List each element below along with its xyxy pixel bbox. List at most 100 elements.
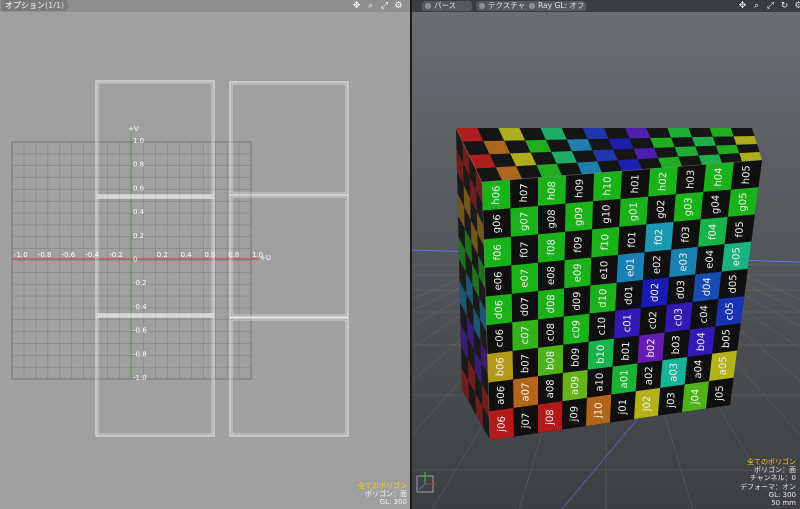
- uv-grid-canvas[interactable]: 1.0 0.8 0.6 0.4 0.2 0 -0.2 -0.4 -0.6 -0.8 -1.0 -1.0…: [0, 0, 410, 509]
- uv-tile-label: g07: [519, 212, 531, 231]
- view-type-dropdown[interactable]: パース: [422, 1, 472, 11]
- uv-tile-label: c08: [545, 323, 557, 342]
- uv-tile-label: a09: [570, 376, 582, 395]
- uv-tile-label: f10: [600, 234, 612, 251]
- shading-mode-dropdown[interactable]: テクスチャ: [476, 1, 530, 11]
- uv-tile-label: h02: [658, 172, 670, 191]
- 3d-scene-canvas[interactable]: h06 h07 h08 h09 h10 h01 h02 h03 h04 h05 g06 g07 g08 g…: [412, 0, 800, 509]
- uv-tile-label: j05: [714, 385, 726, 402]
- u-tick-label: -0.2: [109, 251, 123, 259]
- u-tick-label: 0.8: [228, 251, 239, 259]
- move-view-icon[interactable]: ✥: [738, 1, 747, 11]
- uv-tile-label: h08: [547, 181, 559, 200]
- perspective-viewport-header: パース テクスチャ Ray GL: オフ ✥ ⌕ ⤢ ↻ ⚙ ▿: [412, 0, 800, 12]
- fit-view-icon[interactable]: ⤢: [766, 1, 775, 11]
- ray-gl-label: Ray GL: オフ: [538, 1, 585, 10]
- top-face-tile: [625, 128, 651, 139]
- uv-tile-label: c09: [571, 320, 583, 339]
- uv-tile-label: d07: [520, 297, 532, 316]
- uv-tile-label: e05: [731, 247, 743, 266]
- uv-island-inner: [97, 82, 213, 197]
- top-face-tile: [658, 156, 682, 168]
- uv-tile-label: f05: [734, 221, 746, 238]
- u-tick-label: 0.6: [204, 251, 216, 259]
- uv-tile-label: b08: [545, 351, 557, 370]
- v-tick-label: -0.2: [133, 279, 147, 287]
- dropdown-dot-icon: [425, 3, 431, 9]
- uv-tile-label: e06: [493, 271, 505, 290]
- v-tick-label: 0.2: [133, 232, 144, 240]
- settings-icon[interactable]: ⚙: [794, 1, 800, 11]
- uv-tile-label: f04: [707, 224, 719, 241]
- uv-tile-label: f01: [627, 231, 639, 248]
- uv-tile-label: g03: [683, 197, 695, 216]
- uv-tile-label: g09: [574, 207, 586, 226]
- options-caption: (1/1): [45, 1, 65, 10]
- cube-front-face: h06 h07 h08 h09 h10 h01 h02 h03 h04 h05 g06 g07 g08 g…: [482, 160, 762, 440]
- uv-tile-label: j08: [545, 409, 557, 426]
- u-tick-label: -0.4: [85, 251, 99, 259]
- uv-tile-label: b04: [696, 332, 708, 351]
- uv-tile-label: g08: [546, 209, 558, 228]
- settings-icon[interactable]: ⚙: [394, 1, 403, 11]
- perspective-viewport[interactable]: h06 h07 h08 h09 h10 h01 h02 h03 h04 h05 g06 g07 g08 g…: [412, 0, 800, 509]
- top-face-tile: [667, 128, 692, 138]
- uv-tile-label: j04: [690, 389, 702, 406]
- move-view-icon[interactable]: ✥: [352, 1, 361, 11]
- uv-tile-label: c10: [597, 317, 609, 336]
- v-tick-label: 0.6: [133, 184, 145, 192]
- u-tick-label: -0.8: [38, 251, 52, 259]
- uv-tile-label: b05: [721, 329, 733, 348]
- top-face-tile: [715, 144, 740, 155]
- uv-tile-label: h04: [713, 167, 725, 186]
- uv-tile-label: c07: [520, 326, 532, 345]
- uv-tile-label: f02: [654, 229, 666, 246]
- uv-viewport[interactable]: 1.0 0.8 0.6 0.4 0.2 0 -0.2 -0.4 -0.6 -0.8 -1.0 -1.0…: [0, 0, 410, 509]
- view-type-label: パース: [434, 1, 457, 10]
- fit-view-icon[interactable]: ⤢: [380, 1, 389, 11]
- uv-tile-label: d05: [728, 274, 740, 293]
- top-face-tile: [633, 147, 659, 160]
- uv-tile-label: c06: [494, 329, 506, 348]
- uv-tile-label: d02: [650, 283, 662, 302]
- uv-tile-label: j06: [496, 416, 508, 433]
- zoom-view-icon[interactable]: ⌕: [752, 1, 761, 11]
- v-tick-label: -0.4: [133, 303, 147, 311]
- uv-island-inner: [231, 196, 347, 316]
- selection-mode-text: 全てのポリゴン: [358, 482, 407, 490]
- uv-tile-label: h03: [685, 170, 697, 189]
- viewport-status-readout: 全てのポリゴン ポリゴン：面 チャンネル：0 デフォーマ：オン GL: 300 …: [740, 458, 796, 507]
- u-tick-label: 0.2: [157, 251, 168, 259]
- uv-tile-label: g01: [628, 202, 640, 221]
- uv-tile-label: h05: [741, 165, 753, 184]
- uv-tile-label: b06: [495, 357, 507, 376]
- uv-tile-label: j09: [569, 406, 581, 423]
- uv-tile-label: g02: [656, 200, 668, 219]
- uv-tile-label: b10: [595, 345, 607, 364]
- v-tick-label: 0.4: [133, 208, 145, 216]
- uv-tile-label: h07: [519, 183, 531, 202]
- uv-tile-label: h10: [602, 176, 614, 195]
- zoom-view-icon[interactable]: ⌕: [366, 1, 375, 11]
- uv-tile-label: h09: [574, 179, 586, 198]
- uv-tile-label: j10: [593, 402, 605, 419]
- uv-island-inner: [97, 315, 213, 435]
- orientation-gizmo: [416, 472, 436, 493]
- ray-gl-toggle[interactable]: Ray GL: オフ: [526, 1, 586, 11]
- focal-length-text: 50 mm: [771, 499, 796, 508]
- uv-viewport-header: オプション(1/1) ✥ ⌕ ⤢ ⚙ ▿: [0, 0, 410, 12]
- uv-tile-label: a02: [644, 366, 656, 385]
- uv-tile-label: c05: [724, 302, 736, 321]
- v-tick-label: 0.8: [133, 161, 144, 169]
- rotate-view-icon[interactable]: ↻: [780, 1, 789, 11]
- uv-tile-label: d01: [624, 286, 636, 305]
- v-tick-label: -0.6: [133, 327, 147, 335]
- polygon-mode-text: ポリゴン：面: [754, 466, 796, 475]
- uv-island-inner: [231, 83, 347, 194]
- uv-tile-label: b07: [520, 354, 532, 373]
- gl-count-text: GL: 300: [379, 498, 407, 506]
- options-button[interactable]: オプション(1/1): [1, 0, 69, 11]
- uv-tile-label: j07: [521, 413, 533, 430]
- uv-tile-label: g06: [492, 214, 504, 233]
- channel-text: チャンネル：0: [749, 474, 796, 483]
